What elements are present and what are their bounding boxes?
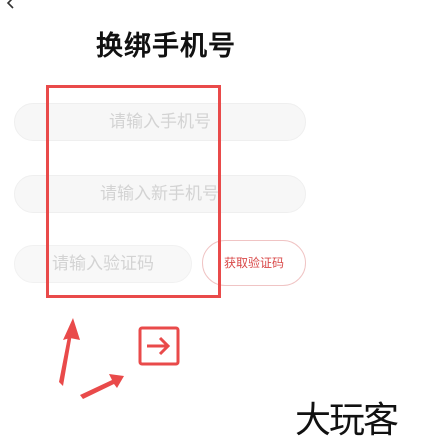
chevron-left-icon[interactable] — [2, 0, 18, 10]
annotation-arrows — [59, 318, 124, 399]
verification-code-placeholder: 请输入验证码 — [52, 254, 154, 274]
get-code-button[interactable]: 获取验证码 — [202, 240, 306, 286]
new-phone-input-placeholder: 请输入新手机号 — [100, 184, 219, 204]
phone-input[interactable]: 请输入手机号 — [14, 103, 306, 141]
arrow-right-box-icon — [138, 326, 180, 366]
watermark-text: 大玩客 — [295, 400, 399, 441]
page-title: 换绑手机号 — [96, 31, 236, 62]
annotation-arrow-right — [80, 374, 124, 399]
phone-input-placeholder: 请输入手机号 — [109, 112, 211, 132]
annotation-stroke-vertical — [59, 326, 73, 386]
verification-code-input[interactable]: 请输入验证码 — [14, 245, 192, 283]
new-phone-input[interactable]: 请输入新手机号 — [14, 175, 306, 213]
annotation-arrow-up — [63, 318, 80, 340]
